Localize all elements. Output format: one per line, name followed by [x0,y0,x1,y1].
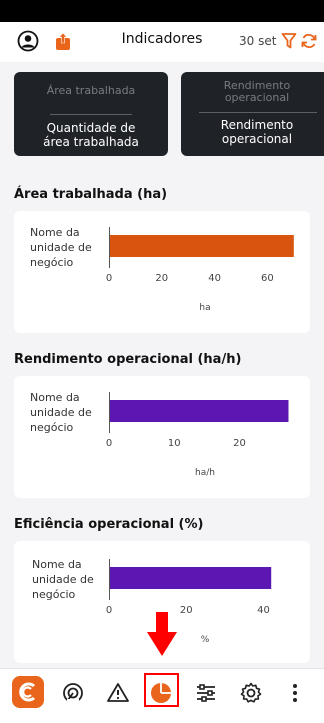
kpi-subtitle: Área trabalhada [46,84,136,97]
x-tick-label: 20 [180,605,193,616]
x-tick-label: 60 [261,273,274,284]
chart-bar [110,235,294,257]
more-vertical-icon[interactable] [283,681,307,705]
bottom-navigation [0,668,324,723]
refresh-icon[interactable] [300,32,318,50]
kpi-divider [199,112,317,113]
x-tick-label: 10 [168,438,181,449]
logo-mark-icon [19,682,35,702]
x-tick-label: 0 [106,605,112,616]
section-title: Eficiência operacional (%) [14,517,204,532]
section-title: Rendimento operacional (ha/h) [14,352,242,367]
x-tick-label: 0 [106,273,112,284]
chart-card-area: Nome da unidade de negócio 0 20 40 60 ha [14,211,310,333]
date-label[interactable]: 30 set [239,34,276,48]
section-title: Área trabalhada (ha) [14,187,168,202]
chart-card-yield: Nome da unidade de negócio 0 10 20 ha/h [14,376,310,498]
annotation-arrow-icon [147,612,177,656]
filter-icon[interactable] [281,32,297,50]
x-tick-label: 40 [208,273,221,284]
kpi-card-yield[interactable]: Rendimento operacional Rendimento operac… [181,72,324,156]
sliders-icon[interactable] [194,681,218,705]
gauge-icon[interactable] [61,681,85,705]
chart-bar [110,400,289,422]
status-bar [0,0,324,22]
chart-svg: 0 20 40 60 ha [106,227,294,313]
chart-svg: 0 10 20 ha/h [106,392,289,478]
app-logo[interactable] [12,676,44,708]
x-axis-label: ha/h [195,468,215,478]
kpi-label: operacional [221,132,293,146]
chart-bar [110,567,272,589]
kpi-label: Quantidade de [46,121,136,135]
x-axis-label: ha [199,303,210,313]
x-tick-label: 40 [257,605,270,616]
gear-icon[interactable] [239,681,263,705]
x-tick-label: 20 [233,438,246,449]
app-header: Indicadores 30 set [0,22,324,62]
kpi-label: Rendimento [220,118,294,132]
x-tick-label: 20 [155,273,168,284]
pie-chart-icon[interactable] [149,681,173,705]
kpi-label: área trabalhada [43,135,139,149]
kpi-divider [50,114,132,115]
x-tick-label: 0 [106,438,112,449]
kpi-card-area[interactable]: Área trabalhada Quantidade de área traba… [14,72,168,156]
warning-icon[interactable] [106,681,130,705]
kpi-subtitle: operacional [224,91,290,104]
x-axis-label: % [201,635,210,645]
